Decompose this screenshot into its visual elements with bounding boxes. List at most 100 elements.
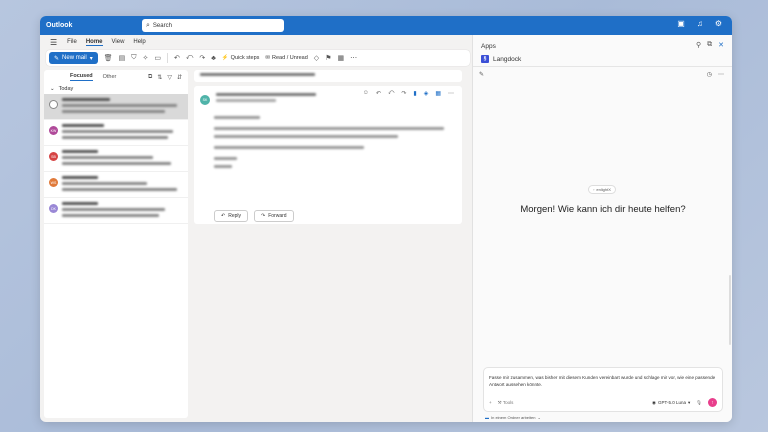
prompt-input[interactable]: Fasse mir zusammen, was bisher mit diese…	[489, 374, 717, 389]
new-chat-icon[interactable]: ✎	[479, 71, 484, 78]
select-icon[interactable]: ⧉	[148, 74, 152, 81]
tab-help[interactable]: Help	[133, 39, 145, 45]
ribbon-toolbar: ✎ New mail ▾ 🗑 ▤ ⛉ ✧ ▭ ↶ ⤺ ↷ ♣ ⚡ Quick s…	[46, 50, 470, 66]
forward-icon[interactable]: ↷	[199, 54, 205, 62]
send-button[interactable]: ↑	[708, 398, 717, 407]
search-icon: ⌕	[146, 21, 150, 29]
new-mail-button[interactable]: ✎ New mail ▾	[49, 52, 98, 64]
reply-label: Reply	[228, 213, 241, 219]
sort-icon[interactable]: ⇅	[157, 74, 162, 81]
message-preview	[62, 150, 183, 168]
list-item[interactable]: WS	[44, 172, 188, 198]
delete-icon[interactable]: 🗑	[104, 54, 113, 62]
emoji-icon[interactable]: ☺	[363, 90, 369, 97]
more-icon[interactable]: ⋯	[448, 90, 454, 97]
addin-icon[interactable]: ◈	[424, 90, 429, 97]
quick-steps-label: Quick steps	[230, 55, 260, 61]
addin-name: Langdock	[493, 55, 522, 63]
history-icon[interactable]: ◷	[707, 71, 712, 78]
close-icon[interactable]: ✕	[718, 41, 724, 49]
model-label: GPT-5.0 Luna	[657, 400, 687, 405]
group-header[interactable]: ⌄ Today	[44, 84, 188, 94]
ribbon-tabs: ☰ File Home View Help	[40, 35, 470, 49]
envelope-icon: ✉	[265, 55, 271, 61]
search-input[interactable]: ⌕ Search	[142, 19, 284, 32]
tools-label: Tools	[502, 399, 514, 405]
divider	[166, 53, 168, 63]
model-selector[interactable]: ◉ GPT-5.0 Luna ▾	[652, 400, 690, 406]
gear-icon[interactable]: ⚙	[715, 19, 722, 28]
more-icon[interactable]: ⋯	[718, 71, 724, 78]
compose-icon: ✎	[54, 55, 60, 62]
hamburger-icon[interactable]: ☰	[50, 38, 57, 47]
title-bar-icons: ▣ ♫ ⚙	[677, 19, 722, 28]
message-body	[214, 116, 444, 173]
list-item[interactable]: DK	[44, 198, 188, 224]
message-actions: ☺ ↶ ⤺ ↷ ▮ ◈ ▦ ⋯	[363, 90, 454, 97]
flag-icon[interactable]: ⚑	[325, 54, 331, 62]
reply-icon[interactable]: ↶	[174, 54, 180, 62]
sweep-icon[interactable]: ✧	[142, 54, 148, 62]
tab-other[interactable]: Other	[103, 74, 117, 80]
tab-file[interactable]: File	[67, 39, 77, 45]
message-preview	[62, 202, 183, 220]
list-item[interactable]: KW	[44, 120, 188, 146]
forward-icon[interactable]: ↷	[401, 90, 406, 97]
lightning-icon: ⚡	[221, 55, 229, 61]
calendar-icon[interactable]: ▣	[677, 19, 685, 28]
reply-all-icon[interactable]: ⤺	[186, 54, 193, 62]
avatar: SB	[49, 152, 58, 161]
avatar: WS	[49, 178, 58, 187]
search-placeholder: Search	[152, 22, 172, 29]
apps-toolbar-right: ◷ ⋯	[707, 71, 724, 78]
chevron-down-icon: ▾	[688, 399, 691, 405]
greeting-heading: Morgen! Wie kann ich dir heute helfen?	[520, 204, 686, 215]
move-icon[interactable]: ▭	[154, 54, 161, 62]
list-tools: ⧉ ⇅ ▽ ⇵	[148, 74, 182, 81]
bell-icon[interactable]: ♫	[697, 19, 703, 28]
folder-option[interactable]: ▬ In einem Ordner arbeiten ⌄	[485, 415, 541, 420]
filter-icon[interactable]: ▽	[167, 74, 172, 81]
scrollbar[interactable]	[729, 275, 731, 345]
langdock-logo: §	[481, 55, 489, 63]
forward-button[interactable]: ↷ Forward	[254, 210, 294, 222]
report-icon[interactable]: ⛉	[131, 54, 136, 62]
reply-button[interactable]: ↶ Reply	[214, 210, 248, 222]
more-icon[interactable]: ⋯	[350, 54, 357, 62]
assistant-chip-label: enlightX	[596, 187, 611, 192]
grid-icon[interactable]: ▦	[435, 90, 441, 97]
list-item[interactable]	[44, 94, 188, 120]
archive-icon[interactable]: ▤	[119, 54, 126, 62]
divider	[473, 66, 732, 67]
view-icon[interactable]: ▦	[337, 54, 344, 62]
list-item[interactable]: SB	[44, 146, 188, 172]
reading-pane: SK ☺ ↶ ⤺ ↷ ▮ ◈ ▦ ⋯ ↶ Reply ↷ Forward	[194, 86, 462, 224]
reply-icon[interactable]: ↶	[376, 90, 381, 97]
assistant-chip[interactable]: ◦ enlightX	[588, 185, 616, 194]
tab-focused[interactable]: Focused	[70, 73, 93, 81]
reply-all-icon[interactable]: ⤺	[388, 90, 394, 97]
teams-icon[interactable]: ♣	[211, 55, 216, 62]
composer-bottom: + ⚒ Tools ◉ GPT-5.0 Luna ▾ 🎙 ↑	[489, 398, 717, 407]
tag-icon[interactable]: ◇	[314, 54, 319, 62]
message-preview	[62, 98, 183, 116]
tab-home[interactable]: Home	[85, 39, 103, 46]
plus-icon[interactable]: +	[489, 400, 492, 405]
langdock-icon[interactable]: ▮	[413, 90, 416, 97]
microphone-icon[interactable]: 🎙	[696, 400, 702, 406]
checkbox[interactable]	[49, 100, 58, 109]
quick-steps-button[interactable]: ⚡ Quick steps	[222, 55, 260, 61]
tools-button[interactable]: ⚒ Tools	[498, 400, 514, 406]
forward-icon: ↷	[261, 213, 266, 219]
chevron-down-icon[interactable]: ▾	[90, 55, 93, 62]
message-preview	[62, 124, 183, 142]
message-preview	[62, 176, 183, 194]
chat-composer[interactable]: Fasse mir zusammen, was bisher mit diese…	[483, 367, 723, 412]
tab-view[interactable]: View	[112, 39, 125, 45]
popout-icon[interactable]: ⧉	[707, 41, 712, 49]
chevron-down-icon: ⌄	[537, 415, 541, 420]
sort-order-icon[interactable]: ⇵	[177, 74, 182, 81]
pin-icon[interactable]: ⚲	[696, 41, 701, 49]
chevron-down-icon: ⌄	[50, 86, 55, 92]
read-unread-button[interactable]: ✉ Read / Unread	[265, 55, 307, 61]
